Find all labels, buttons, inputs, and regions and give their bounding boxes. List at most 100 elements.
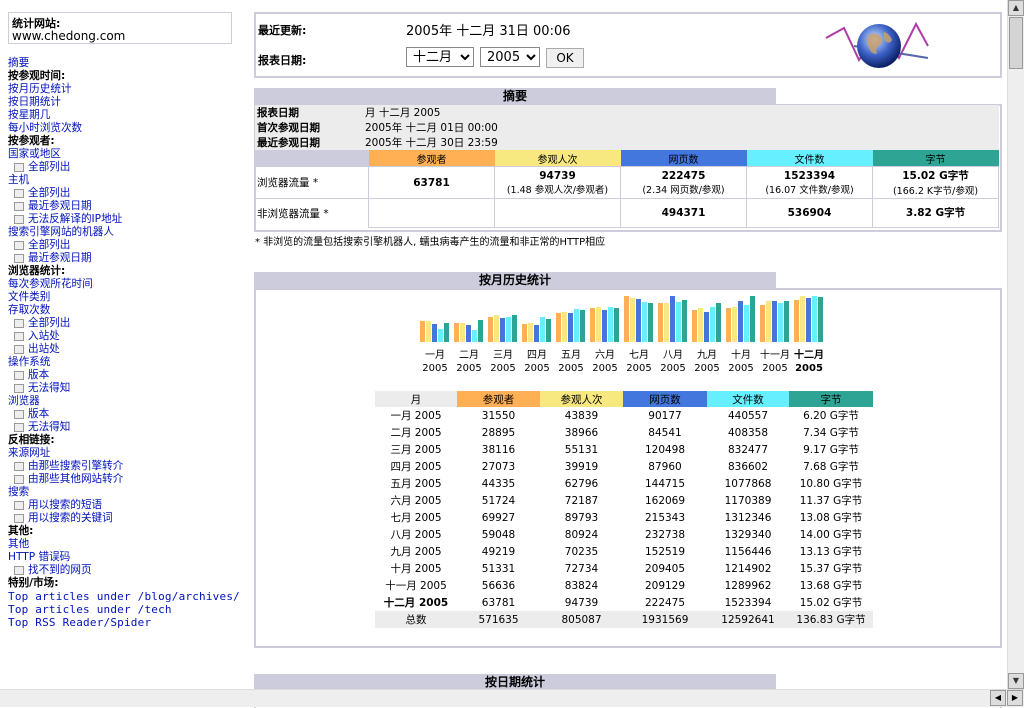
sidebar-item[interactable]: 找不到的网页 [8,564,238,577]
sidebar-item[interactable]: 全部列出 [8,317,238,330]
sidebar-item[interactable]: 由那些其他网站转介 [8,473,238,486]
sidebar-link[interactable]: 由那些其他网站转介 [28,473,123,485]
sidebar-item[interactable]: 来源网址 [8,447,238,460]
sidebar-link[interactable]: 每小时浏览次数 [8,122,82,134]
sidebar-link[interactable]: 最近参观日期 [28,200,92,212]
sidebar-item[interactable]: Top articles under /tech [8,603,238,616]
row-value: 440557 [727,409,769,422]
sidebar-link[interactable]: 国家或地区 [8,148,61,160]
sidebar-link[interactable]: Top articles under /tech [8,603,172,616]
sidebar-link[interactable]: 全部列出 [28,317,70,329]
sidebar-item[interactable]: 无法反解译的IP地址 [8,213,238,226]
sidebar-item[interactable]: 无法得知 [8,421,238,434]
sidebar-item[interactable]: 每小时浏览次数 [8,122,238,135]
chart-bar-0-5 [590,308,595,342]
row-value: 59048 [481,528,516,541]
mt-head-bytes: 字节 [789,391,873,407]
sidebar-item[interactable]: 全部列出 [8,239,238,252]
list-item-icon [14,461,24,471]
scroll-right-icon[interactable]: ▶ [1007,690,1023,706]
sidebar-item[interactable]: 由那些搜索引擎转介 [8,460,238,473]
sidebar-link[interactable]: 搜索引擎网站的机器人 [8,226,114,238]
sidebar-item[interactable]: Top RSS Reader/Spider [8,616,238,629]
sidebar-link[interactable]: 操作系统 [8,356,50,368]
sidebar-link[interactable]: Top articles under /blog/archives/ [8,590,240,603]
sidebar-item[interactable]: 版本 [8,369,238,382]
sidebar-link[interactable]: 全部列出 [28,239,70,251]
sidebar-item[interactable]: 用以搜索的短语 [8,499,238,512]
sidebar-item[interactable]: 最近参观日期 [8,252,238,265]
sidebar-item[interactable]: 搜索 [8,486,238,499]
scroll-up-icon[interactable]: ▲ [1008,0,1024,16]
sidebar-link[interactable]: Top RSS Reader/Spider [8,616,151,629]
sidebar-link[interactable]: 按月历史统计 [8,83,72,95]
sidebar-link[interactable]: 版本 [28,408,49,420]
sidebar-link[interactable]: 无法得知 [28,421,70,433]
scroll-thumb[interactable] [1009,17,1023,69]
chart-bar-0-4 [556,313,561,342]
sidebar-item[interactable]: 搜索引擎网站的机器人 [8,226,238,239]
sidebar-link[interactable]: 由那些搜索引擎转介 [28,460,123,472]
ok-button[interactable]: OK [546,48,584,68]
sidebar-link[interactable]: 文件类别 [8,291,50,303]
year-select[interactable]: 2005 [480,47,540,67]
sidebar-item[interactable]: 用以搜索的关键词 [8,512,238,525]
sidebar-item[interactable]: 国家或地区 [8,148,238,161]
chart-bar-0-8 [692,310,697,342]
sidebar-link[interactable]: 找不到的网页 [28,564,92,576]
sidebar-item[interactable]: 全部列出 [8,187,238,200]
sidebar-link[interactable]: 全部列出 [28,187,70,199]
sidebar-item[interactable]: 最近参观日期 [8,200,238,213]
sidebar-item[interactable]: 操作系统 [8,356,238,369]
sidebar-item[interactable]: 每次参观所花时间 [8,278,238,291]
sidebar-item[interactable]: 按星期几 [8,109,238,122]
sidebar-item[interactable]: 存取次数 [8,304,238,317]
chart-bar-1-5 [596,307,601,342]
sidebar-link[interactable]: 无法得知 [28,382,70,394]
sidebar-item[interactable]: 全部列出 [8,161,238,174]
sidebar-link[interactable]: 摘要 [8,57,29,69]
sidebar-link[interactable]: 存取次数 [8,304,50,316]
sidebar-link[interactable]: 无法反解译的IP地址 [28,213,122,225]
sidebar-item[interactable]: 无法得知 [8,382,238,395]
row-value: 1329340 [724,528,772,541]
row-value: 51331 [481,562,516,575]
sidebar-item[interactable]: 主机 [8,174,238,187]
sidebar-item[interactable]: 其他 [8,538,238,551]
sidebar-link[interactable]: 版本 [28,369,49,381]
month-select[interactable]: 十二月 [406,47,474,67]
sidebar-item[interactable]: 文件类别 [8,291,238,304]
sidebar-link[interactable]: 入站处 [28,330,60,342]
sidebar-link[interactable]: 主机 [8,174,29,186]
sidebar-link[interactable]: 按星期几 [8,109,50,121]
chart-bar-2-5 [602,310,607,342]
scroll-down-icon[interactable]: ▼ [1008,673,1024,689]
chart-bar-4-6 [648,303,653,342]
horizontal-scrollbar[interactable]: ◀ ▶ [0,689,1024,707]
sidebar-item[interactable]: HTTP 错误码 [8,551,238,564]
sidebar-link[interactable]: 全部列出 [28,161,70,173]
sidebar-link[interactable]: 用以搜索的关键词 [28,512,113,524]
sidebar-item[interactable]: Top articles under /blog/archives/ [8,590,240,603]
sidebar-item[interactable]: 入站处 [8,330,238,343]
sidebar-link[interactable]: 出站处 [28,343,60,355]
sidebar-link[interactable]: 浏览器 [8,395,40,407]
sidebar-link[interactable]: 按日期统计 [8,96,61,108]
chart-xlabel-year: 2005 [728,363,753,374]
chart-xlabel-year: 2005 [660,363,685,374]
sidebar-link[interactable]: 用以搜索的短语 [28,499,102,511]
sidebar-link[interactable]: 最近参观日期 [28,252,92,264]
sidebar-link[interactable]: 每次参观所花时间 [8,278,93,290]
scroll-left-icon[interactable]: ◀ [990,690,1006,706]
sidebar-item[interactable]: 版本 [8,408,238,421]
sidebar-item[interactable]: 浏览器 [8,395,238,408]
sidebar-item[interactable]: 按日期统计 [8,96,238,109]
sidebar-item[interactable]: 按月历史统计 [8,83,238,96]
sidebar-item[interactable]: 摘要 [8,57,238,70]
sidebar-link[interactable]: 其他 [8,538,29,550]
vertical-scrollbar[interactable]: ▲ ▼ [1007,0,1024,689]
sidebar-link[interactable]: 搜索 [8,486,29,498]
sidebar-link[interactable]: HTTP 错误码 [8,551,70,563]
sidebar-item[interactable]: 出站处 [8,343,238,356]
sidebar-link[interactable]: 来源网址 [8,447,50,459]
